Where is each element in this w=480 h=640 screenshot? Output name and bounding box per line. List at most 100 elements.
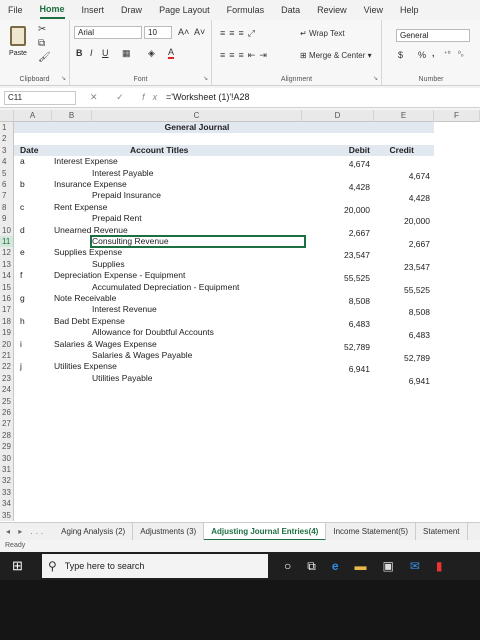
cortana-icon[interactable]: ○ — [284, 559, 291, 573]
comma-button[interactable]: ‚ — [432, 48, 435, 58]
cell-account-title[interactable]: Supplies — [92, 259, 125, 270]
cell-account-title[interactable]: Utilities Payable — [92, 373, 152, 384]
bold-button[interactable]: B — [76, 48, 83, 58]
active-cell-selection[interactable] — [90, 235, 306, 249]
cancel-icon[interactable]: ✕ — [90, 92, 106, 102]
align-middle-icon[interactable]: ≡ — [229, 28, 234, 39]
row-header[interactable]: 10 — [0, 224, 14, 236]
row-header[interactable]: 12 — [0, 247, 14, 259]
tab-help[interactable]: Help — [400, 2, 419, 18]
sheet-tab[interactable]: Adjusting Journal Entries(4) — [204, 522, 327, 541]
row-header[interactable]: 23 — [0, 372, 14, 385]
mail-icon[interactable]: ✉ — [410, 559, 420, 573]
cell-entry-letter[interactable]: h — [20, 316, 25, 327]
align-right-icon[interactable]: ≡ — [239, 50, 244, 61]
align-left-icon[interactable]: ≡ — [220, 50, 225, 61]
increase-decimal-icon[interactable]: ⁺⁰ — [444, 50, 451, 58]
row-header[interactable]: 13 — [0, 258, 14, 271]
decrease-decimal-icon[interactable]: ⁰₀ — [458, 50, 464, 58]
format-painter-icon[interactable]: 🖌 — [38, 52, 51, 63]
cell-entry-letter[interactable]: i — [20, 339, 22, 350]
cell-account-title[interactable]: Bad Debt Expense — [54, 316, 125, 327]
cell-entry-letter[interactable]: d — [20, 225, 25, 236]
alignment-dialog-launcher-icon[interactable]: ↘ — [373, 75, 378, 82]
number-format-select[interactable]: General — [396, 29, 470, 42]
row-header[interactable]: 14 — [0, 270, 14, 282]
font-name-select[interactable]: Arial — [74, 26, 142, 39]
row-header[interactable]: 5 — [0, 167, 14, 179]
cell-account-title[interactable]: Accumulated Depreciation - Equipment — [92, 282, 239, 293]
tab-draw[interactable]: Draw — [121, 2, 142, 18]
row-header[interactable]: 35 — [0, 509, 14, 521]
row-header[interactable]: 16 — [0, 293, 14, 305]
row-header[interactable]: 9 — [0, 213, 14, 225]
cell-entry-letter[interactable]: j — [20, 361, 22, 372]
tab-review[interactable]: Review — [317, 2, 347, 18]
row-header[interactable]: 32 — [0, 475, 14, 487]
cell-account-title[interactable]: Utilities Expense — [54, 361, 117, 372]
row-header[interactable]: 34 — [0, 498, 14, 510]
cell-account-title[interactable]: Interest Expense — [54, 156, 118, 167]
font-color-icon[interactable]: A — [168, 47, 175, 59]
sheet-nav-arrows[interactable]: ◂ ▸ ... — [6, 527, 46, 536]
file-explorer-icon[interactable]: ▬ — [355, 559, 367, 573]
font-size-select[interactable]: 10 — [144, 26, 172, 39]
row-header[interactable]: 33 — [0, 486, 14, 499]
cell-account-title[interactable]: Interest Revenue — [92, 304, 157, 315]
increase-indent-icon[interactable]: ⇥ — [259, 50, 267, 61]
cell-entry-letter[interactable]: g — [20, 293, 25, 304]
column-header-b[interactable]: B — [52, 110, 92, 122]
worksheet-grid[interactable]: ABCDEF 1 General Journal 2 3 Date Account Tit… — [0, 110, 480, 522]
cut-icon[interactable]: ✂ — [38, 24, 46, 35]
cell-entry-letter[interactable]: f — [20, 270, 22, 281]
italic-button[interactable]: I — [90, 48, 93, 58]
row-header[interactable]: 28 — [0, 429, 14, 442]
copy-icon[interactable]: ⧉ — [38, 38, 45, 49]
align-center-icon[interactable]: ≡ — [229, 50, 234, 61]
cell-account-title[interactable]: Salaries & Wages Payable — [92, 350, 192, 361]
shrink-font-button[interactable]: A˅ — [194, 27, 205, 37]
cell-account-title[interactable]: Prepaid Rent — [92, 213, 142, 224]
align-top-icon[interactable]: ≡ — [220, 28, 225, 39]
tab-data[interactable]: Data — [281, 2, 300, 18]
cell-account-title[interactable]: Depreciation Expense - Equipment — [54, 270, 185, 281]
row-header[interactable]: 3 — [0, 144, 14, 157]
row-header[interactable]: 30 — [0, 452, 14, 464]
decrease-indent-icon[interactable]: ⇤ — [248, 50, 256, 61]
paste-button[interactable]: Paste — [4, 26, 32, 66]
column-header-e[interactable]: E — [374, 110, 434, 122]
tab-file[interactable]: File — [8, 2, 23, 18]
dialog-launcher-icon[interactable]: ↘ — [61, 75, 66, 82]
cell-account-title[interactable]: Rent Expense — [54, 202, 107, 213]
merge-center-button[interactable]: ⊞ Merge & Center ▾ — [300, 51, 372, 60]
fill-color-icon[interactable]: ◈ — [148, 48, 155, 59]
tab-view[interactable]: View — [364, 2, 383, 18]
sheet-tab[interactable]: Statement — [416, 522, 468, 541]
cell-entry-letter[interactable]: c — [20, 202, 24, 213]
align-bottom-icon[interactable]: ≡ — [239, 28, 244, 39]
row-header[interactable]: 11 — [0, 236, 14, 248]
select-all-corner[interactable] — [0, 110, 14, 122]
sheet-tab[interactable]: Aging Analysis (2) — [54, 522, 134, 541]
row-header[interactable]: 18 — [0, 315, 14, 328]
wrap-text-button[interactable]: ↵ Wrap Text — [300, 29, 345, 38]
row-header[interactable]: 25 — [0, 395, 14, 407]
tab-insert[interactable]: Insert — [82, 2, 105, 18]
font-dialog-launcher-icon[interactable]: ↘ — [203, 75, 208, 82]
column-header-a[interactable]: A — [14, 110, 52, 122]
cell-account-title[interactable]: Interest Payable — [92, 168, 153, 179]
row-header[interactable]: 29 — [0, 441, 14, 453]
office-app-icon[interactable]: ▮ — [436, 559, 443, 573]
percent-button[interactable]: % — [418, 50, 426, 60]
tab-formulas[interactable]: Formulas — [227, 2, 265, 18]
currency-button[interactable]: $ — [398, 50, 403, 60]
row-header[interactable]: 17 — [0, 304, 14, 316]
row-header[interactable]: 26 — [0, 407, 14, 419]
borders-icon[interactable]: ▦ — [122, 48, 131, 59]
name-box[interactable]: C11 — [4, 91, 76, 105]
formula-input[interactable]: ='Worksheet (1)'!A28 — [166, 92, 250, 102]
grow-font-button[interactable]: A˄ — [178, 27, 189, 37]
cell-account-title[interactable]: Prepaid Insurance — [92, 190, 161, 201]
cell-account-title[interactable]: Insurance Expense — [54, 179, 127, 190]
cell-entry-letter[interactable]: b — [20, 179, 25, 190]
